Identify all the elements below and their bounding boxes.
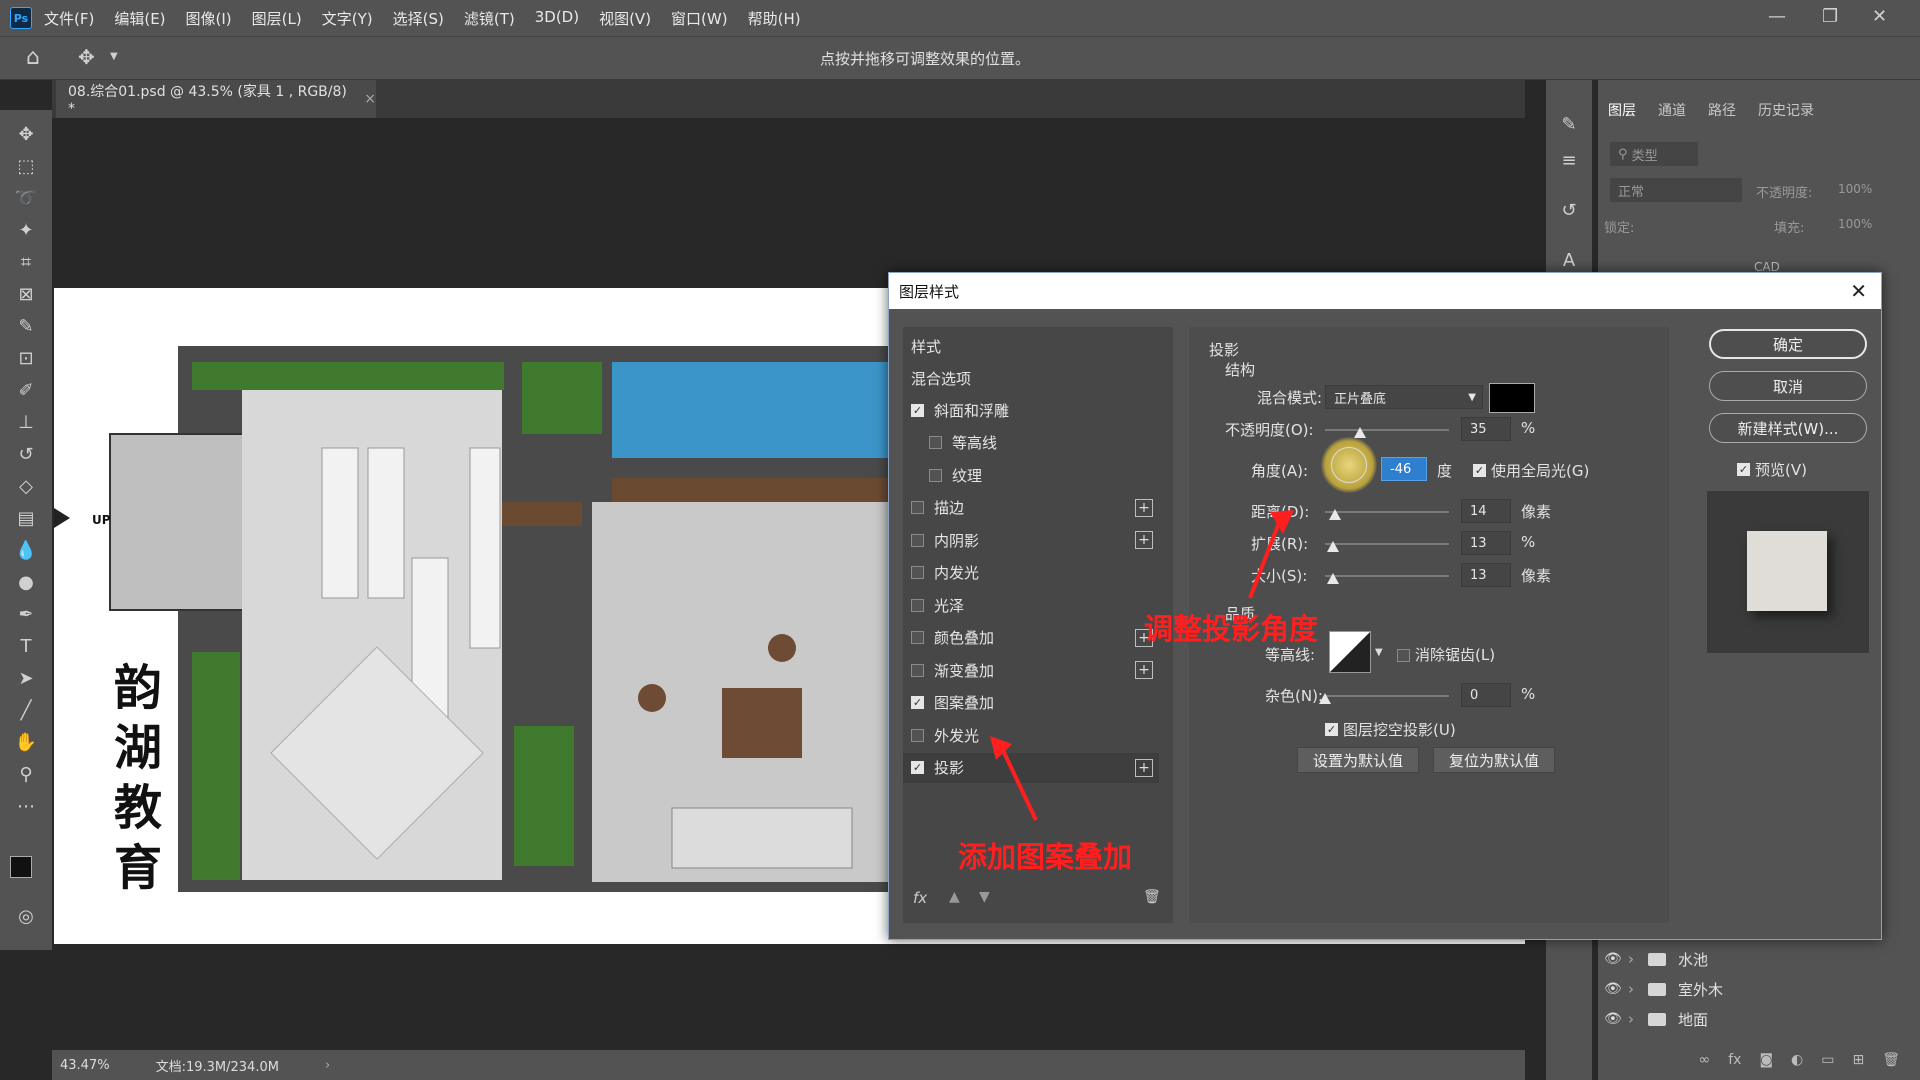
annotation-arrows <box>990 510 1294 821</box>
angle-annotation: 调整投影角度 <box>1144 612 1319 646</box>
pattern-annotation: 添加图案叠加 <box>958 840 1133 874</box>
